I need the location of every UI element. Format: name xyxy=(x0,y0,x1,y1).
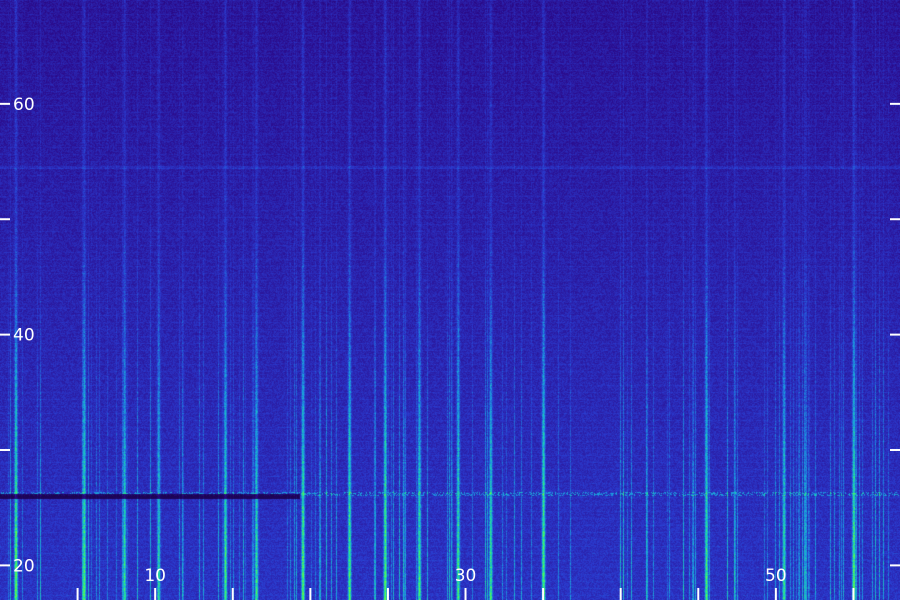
y-tick-label: 60 xyxy=(13,95,35,115)
y-axis-tick-labels: 20 40 60 xyxy=(13,95,35,577)
axes-overlay: 10 30 50 20 40 60 xyxy=(0,95,900,600)
x-axis-tick-labels: 10 30 50 xyxy=(144,566,786,586)
y-tick-label: 40 xyxy=(13,326,35,346)
x-tick-label: 10 xyxy=(144,566,166,586)
x-axis-ticks xyxy=(76,588,855,600)
y-tick-label: 20 xyxy=(13,556,35,576)
y-axis-ticks xyxy=(0,102,900,567)
x-tick-label: 30 xyxy=(455,566,477,586)
x-tick-label: 50 xyxy=(765,566,787,586)
